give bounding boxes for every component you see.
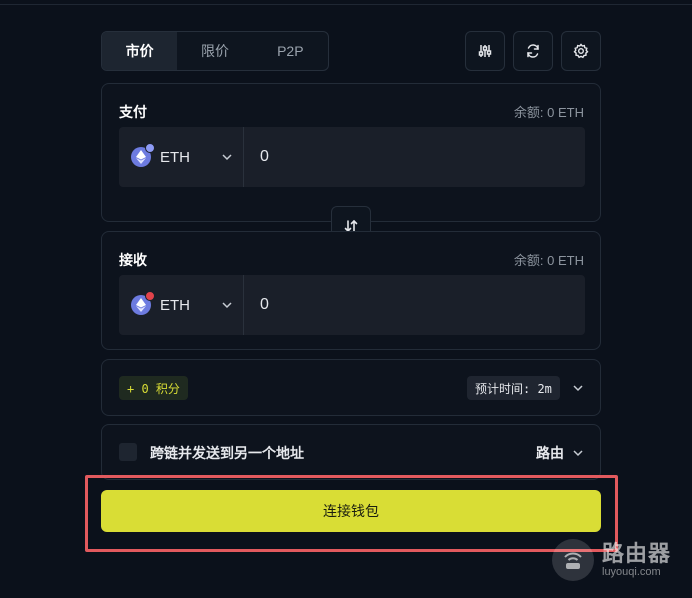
eta-badge: 预计时间: 2m	[467, 376, 560, 400]
watermark-en: luyouqi.com	[602, 566, 661, 579]
points-badge: + 0 积分	[119, 376, 188, 400]
receive-amount-input[interactable]: 0	[244, 275, 585, 335]
cross-chain-label: 跨链并发送到另一个地址	[150, 445, 304, 461]
pay-balance: 余额: 0 ETH	[513, 105, 584, 120]
sliders-icon	[478, 45, 492, 57]
receive-token-name: ETH	[160, 296, 190, 314]
info-card[interactable]: + 0 积分 预计时间: 2m	[101, 359, 601, 416]
chevron-down-icon	[573, 450, 583, 457]
receive-card: 接收 余额: 0 ETH ETH 0	[101, 231, 601, 350]
pay-amount-input[interactable]: 0	[244, 127, 585, 187]
order-type-tabs: 市价 限价 P2P	[101, 31, 329, 71]
chevron-down-icon	[222, 154, 232, 161]
refresh-icon	[527, 44, 539, 58]
router-logo-icon	[552, 539, 594, 581]
top-divider	[0, 4, 692, 5]
tab-limit[interactable]: 限价	[177, 32, 252, 70]
connect-wallet-button[interactable]: 连接钱包	[101, 490, 601, 532]
route-label: 路由	[536, 445, 564, 461]
refresh-button[interactable]	[513, 31, 553, 71]
eth-logo-icon	[131, 291, 155, 315]
receive-title: 接收	[119, 252, 147, 268]
settings-gear-icon	[573, 43, 589, 59]
sliders-button[interactable]	[465, 31, 505, 71]
watermark-cn: 路由器	[602, 540, 672, 566]
eth-logo-icon	[131, 143, 155, 167]
pay-card: 支付 余额: 0 ETH ETH 0	[101, 83, 601, 222]
cross-chain-card: 跨链并发送到另一个地址 路由	[101, 424, 601, 480]
tab-p2p[interactable]: P2P	[253, 32, 328, 70]
pay-title: 支付	[119, 104, 147, 120]
receive-balance: 余额: 0 ETH	[513, 253, 584, 268]
receive-token-select[interactable]: ETH	[119, 275, 244, 335]
chain-badge-icon	[145, 291, 155, 301]
cross-chain-checkbox[interactable]	[119, 443, 137, 461]
settings-button[interactable]	[561, 31, 601, 71]
receive-token-row: ETH 0	[119, 275, 585, 335]
chevron-down-icon[interactable]	[572, 382, 584, 394]
tab-market[interactable]: 市价	[102, 32, 178, 70]
pay-token-name: ETH	[160, 148, 190, 166]
pay-token-select[interactable]: ETH	[119, 127, 244, 187]
chevron-down-icon	[222, 302, 232, 309]
watermark: 路由器 luyouqi.com	[552, 538, 680, 582]
pay-token-row: ETH 0	[119, 127, 585, 187]
route-dropdown[interactable]: 路由	[536, 443, 584, 463]
chain-badge-icon	[145, 143, 155, 153]
